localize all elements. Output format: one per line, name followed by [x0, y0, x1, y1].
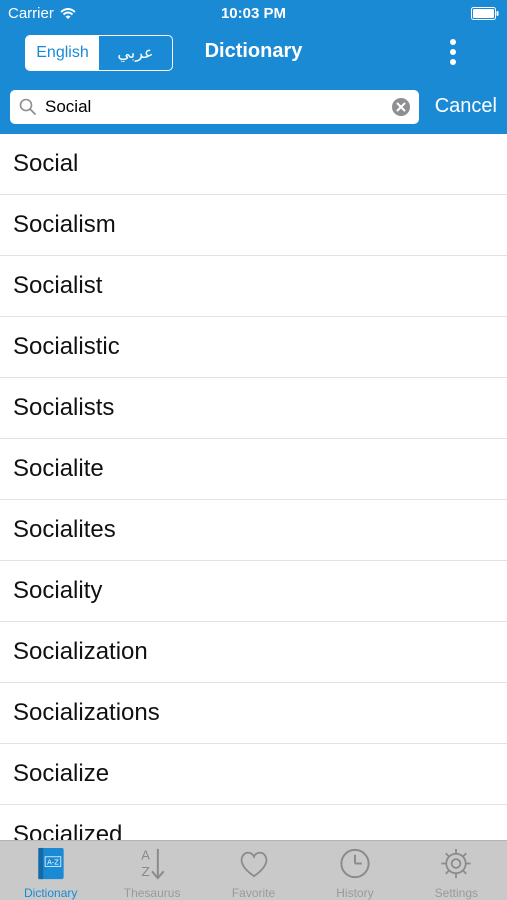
- more-options-icon[interactable]: [443, 38, 463, 68]
- battery-icon: [471, 7, 499, 20]
- tab-dictionary-label: Dictionary: [24, 886, 78, 900]
- tab-thesaurus[interactable]: A Z Thesaurus: [101, 841, 202, 900]
- list-item[interactable]: Socialistic: [0, 317, 507, 378]
- tab-bar: A-Z Dictionary A Z Thesaurus Favorite Hi…: [0, 840, 507, 900]
- status-time: 10:03 PM: [220, 5, 287, 22]
- svg-text:Z: Z: [141, 864, 150, 879]
- tab-dictionary[interactable]: A-Z Dictionary: [0, 841, 101, 900]
- tab-history-label: History: [336, 886, 374, 900]
- tab-thesaurus-label: Thesaurus: [123, 886, 181, 900]
- nav-bar: English عربي Dictionary: [0, 28, 507, 78]
- list-item[interactable]: Socialism: [0, 195, 507, 256]
- search-field-container: [10, 90, 419, 124]
- search-bar: Cancel: [0, 78, 507, 134]
- list-item[interactable]: Socialite: [0, 439, 507, 500]
- tab-favorite[interactable]: Favorite: [203, 841, 304, 900]
- list-item[interactable]: Socialization: [0, 622, 507, 683]
- language-segmented-control: English عربي: [25, 35, 173, 71]
- segment-english[interactable]: English: [26, 36, 99, 70]
- status-bar: Carrier 10:03 PM: [0, 0, 507, 28]
- clear-search-icon[interactable]: [392, 98, 410, 116]
- list-item[interactable]: Sociality: [0, 561, 507, 622]
- svg-text:A: A: [141, 848, 150, 863]
- tab-favorite-label: Favorite: [231, 886, 276, 900]
- segment-arabic[interactable]: عربي: [99, 36, 172, 70]
- clock-icon: [340, 848, 370, 879]
- dictionary-book-icon: A-Z: [38, 847, 64, 880]
- list-item[interactable]: Socialites: [0, 500, 507, 561]
- results-list[interactable]: Social Socialism Socialist Socialistic S…: [0, 134, 507, 840]
- page-title: Dictionary: [204, 40, 303, 62]
- list-item[interactable]: Socializations: [0, 683, 507, 744]
- tab-settings-label: Settings: [434, 886, 478, 900]
- search-icon: [19, 98, 36, 115]
- svg-text:A-Z: A-Z: [47, 859, 59, 867]
- search-input[interactable]: [45, 94, 385, 120]
- az-sort-icon: A Z: [141, 848, 165, 880]
- list-item[interactable]: Social: [0, 134, 507, 195]
- gear-icon: [441, 848, 471, 879]
- list-item[interactable]: Socialized: [0, 805, 507, 840]
- list-item[interactable]: Socialists: [0, 378, 507, 439]
- tab-history[interactable]: History: [304, 841, 405, 900]
- list-item[interactable]: Socialize: [0, 744, 507, 805]
- heart-icon: [240, 851, 267, 878]
- list-item[interactable]: Socialist: [0, 256, 507, 317]
- cancel-button[interactable]: Cancel: [435, 95, 497, 118]
- tab-settings[interactable]: Settings: [406, 841, 507, 900]
